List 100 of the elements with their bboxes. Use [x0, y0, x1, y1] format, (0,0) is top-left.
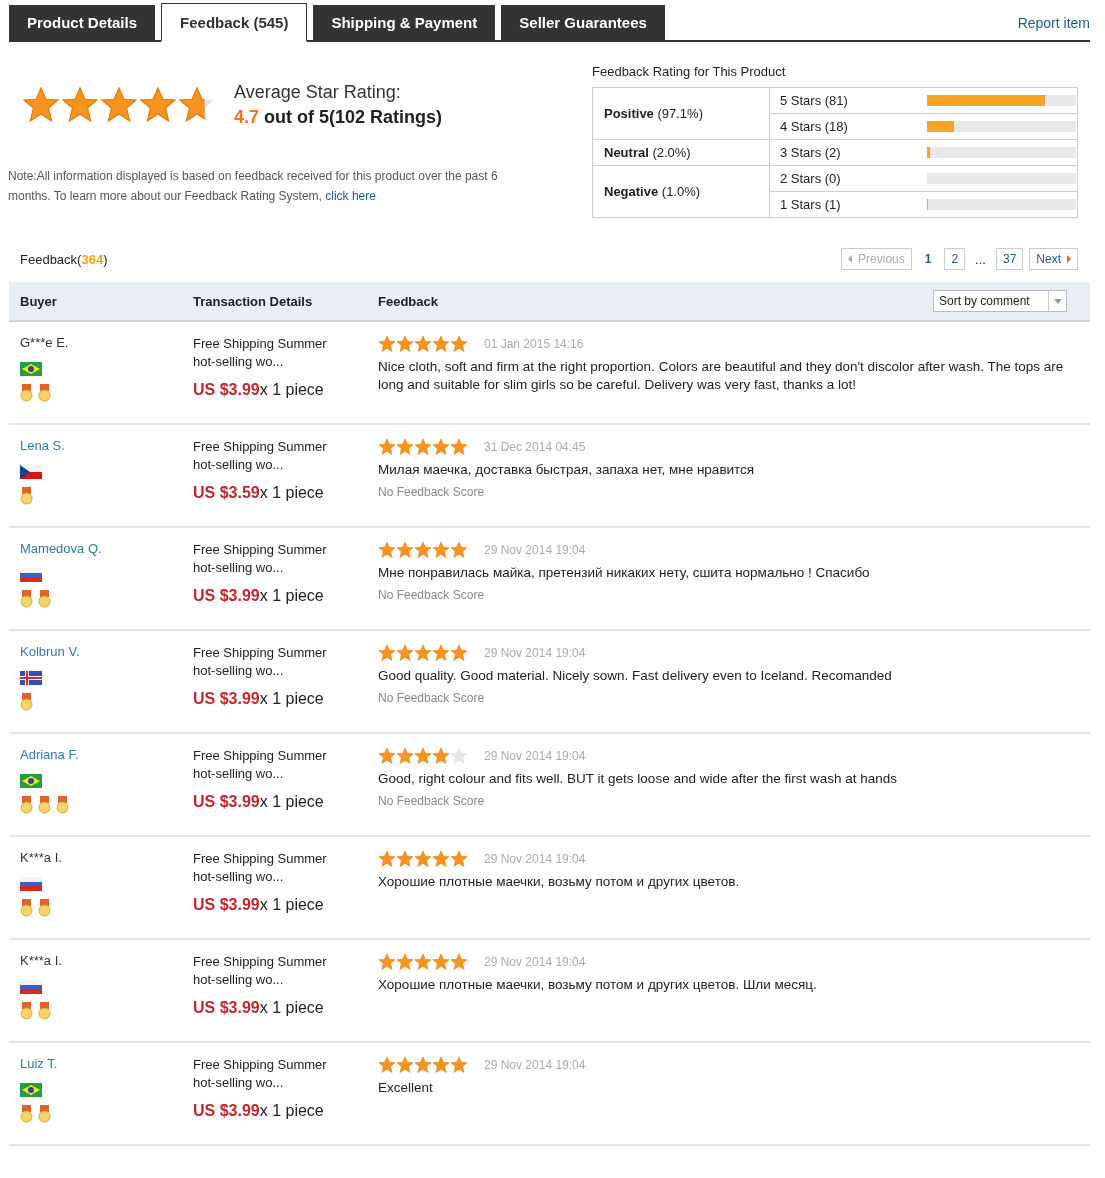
feedback-score: No Feedback Score [378, 485, 486, 499]
star-count: 1 Stars (1) [780, 197, 842, 212]
star-icon [414, 644, 432, 662]
tab[interactable]: Seller Guarantees [501, 5, 665, 40]
medal-icon [20, 1105, 33, 1123]
tab[interactable]: Product Details [9, 5, 156, 40]
product-title: Free Shipping Summer hot-selling wo... [193, 850, 328, 886]
star-count: 3 Stars (2) [780, 145, 842, 160]
flag-icon [20, 877, 42, 891]
star-icon [396, 953, 414, 971]
medal-icon [20, 899, 33, 917]
buyer-link[interactable]: Mamedova Q. [20, 541, 193, 556]
next-button[interactable]: Next [1029, 248, 1078, 270]
feedback-comment: Мне понравилась майка, претензий никаких нету, сшита нормально ! Спасибо [378, 564, 871, 582]
column-header: Feedback [378, 293, 439, 309]
medal-icon [20, 487, 33, 505]
medal-icon [20, 384, 33, 402]
star-icon [178, 86, 216, 124]
star-icon [450, 1056, 468, 1074]
star-count: 4 Stars (18) [780, 119, 849, 134]
star-icon [396, 1056, 414, 1074]
star-icon [414, 850, 432, 868]
star-icon [450, 747, 468, 765]
buyer-link[interactable]: Kolbrun V. [20, 644, 193, 659]
buyer-link[interactable]: Lena S. [20, 438, 193, 453]
rating-total: out of 5(102 Ratings) [264, 107, 443, 127]
sort-dropdown[interactable]: Sort by comment [933, 290, 1067, 312]
medal-icon [38, 1002, 51, 1020]
medal-icon [38, 899, 51, 917]
quantity: x 1 piece [259, 587, 324, 604]
product-title: Free Shipping Summer hot-selling wo... [193, 335, 328, 371]
star-icon [396, 438, 414, 456]
quantity: x 1 piece [259, 793, 324, 810]
star-icon [139, 86, 177, 124]
buyer-link[interactable]: Adriana F. [20, 747, 193, 762]
star-icon [396, 541, 414, 559]
medal-icon [38, 590, 51, 608]
quantity: x 1 piece [259, 484, 324, 501]
feedback-score: No Feedback Score [378, 588, 486, 602]
star-icon [100, 86, 138, 124]
star-count: 2 Stars (0) [780, 171, 842, 186]
flag-icon [20, 465, 42, 479]
star-icon [378, 850, 396, 868]
star-icon [378, 438, 396, 456]
price: US $3.99 [193, 1102, 260, 1119]
product-title: Free Shipping Summer hot-selling wo... [193, 438, 328, 474]
star-icon [378, 644, 396, 662]
page-button[interactable]: 37 [995, 248, 1024, 270]
buyer-link[interactable]: Luiz T. [20, 1056, 193, 1071]
star-icon [450, 850, 468, 868]
feedback-date: 29 Nov 2014 19:04 [484, 1058, 586, 1072]
price: US $3.99 [193, 381, 260, 398]
page-button[interactable]: 1 [917, 248, 939, 270]
price: US $3.99 [193, 587, 260, 604]
caret-icon [1053, 298, 1062, 304]
quantity: x 1 piece [259, 999, 324, 1016]
star-icon [432, 438, 450, 456]
feedback-date: 01 Jan 2015 14:16 [484, 337, 584, 351]
page-ellipsis: ... [974, 251, 987, 267]
medal-icon [38, 384, 51, 402]
feedback-date: 29 Nov 2014 19:04 [484, 852, 586, 866]
feedback-comment: Good quality. Good material. Nicely sown. Fast delivery even to Iceland. Recomanded [378, 667, 893, 685]
star-icon [432, 644, 450, 662]
rating-group-label: Neutral (2.0%) [604, 145, 691, 160]
click-here-link[interactable]: click here [325, 189, 376, 203]
star-icon [432, 953, 450, 971]
star-icon [396, 850, 414, 868]
buyer-name: G***e E. [20, 335, 70, 350]
star-icon [450, 438, 468, 456]
tab[interactable]: Feedback (545) [161, 3, 308, 42]
report-link[interactable]: Report item [1017, 15, 1090, 31]
star-icon [432, 541, 450, 559]
medal-icon [38, 796, 51, 814]
star-icon [432, 1056, 450, 1074]
feedback-comment: Nice cloth, soft and firm at the right proportion. Colors are beautiful and they don't discolor after wash. The tops are long and suitable for slim girls so be careful. Delivery was very fast, thanks a lot! [378, 358, 1065, 394]
medal-icon [38, 1105, 51, 1123]
rating-table-title: Feedback Rating for This Product [592, 64, 787, 79]
feedback-comment: Excellent [378, 1079, 434, 1097]
column-header: Buyer [19, 293, 58, 309]
product-title: Free Shipping Summer hot-selling wo... [193, 644, 328, 680]
medal-icon [20, 590, 33, 608]
feedback-date: 29 Nov 2014 19:04 [484, 749, 586, 763]
star-icon [396, 644, 414, 662]
tab[interactable]: Shipping & Payment [313, 5, 496, 40]
feedback-comment: Милая маечка, доставка быстрая, запаха нет, мне нравится [378, 461, 756, 479]
star-icon [396, 335, 414, 353]
flag-icon [20, 1083, 42, 1097]
column-header: Transaction Details [193, 293, 314, 309]
buyer-name: K***a I. [20, 953, 63, 968]
star-icon [414, 541, 432, 559]
star-icon [61, 86, 99, 124]
buyer-name: K***a I. [20, 850, 63, 865]
feedback-comment: Good, right colour and fits well. BUT it gets loose and wide after the first wash at hands [378, 770, 899, 788]
star-icon [414, 953, 432, 971]
star-icon [414, 1056, 432, 1074]
feedback-date: 29 Nov 2014 19:04 [484, 646, 586, 660]
page-button[interactable]: 2 [944, 248, 966, 270]
flag-icon [20, 671, 42, 685]
price: US $3.99 [193, 690, 260, 707]
star-icon [378, 1056, 396, 1074]
